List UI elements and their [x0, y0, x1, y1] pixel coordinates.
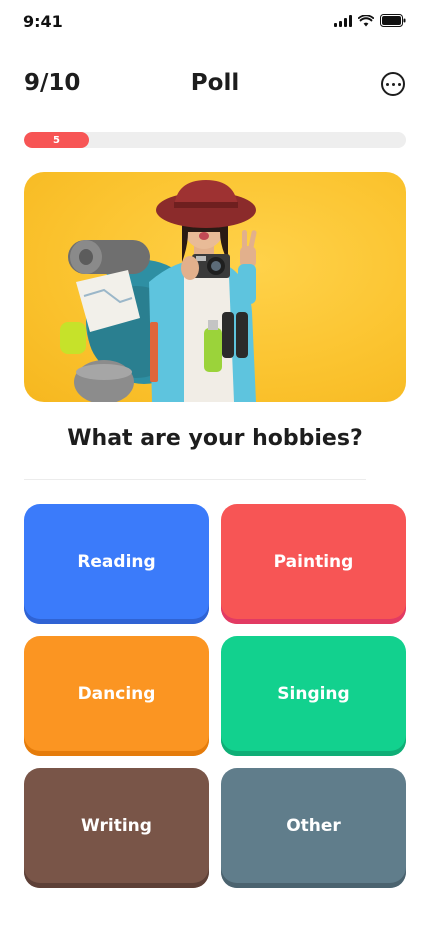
option-writing[interactable]: Writing — [24, 768, 209, 888]
divider — [24, 479, 366, 480]
option-label: Dancing — [77, 684, 156, 704]
header: 9/10 Poll — [0, 60, 430, 108]
option-label: Other — [286, 816, 341, 836]
option-reading[interactable]: Reading — [24, 504, 209, 624]
page-title: Poll — [190, 70, 240, 96]
question-text: What are your hobbies? — [67, 426, 363, 451]
battery-icon — [380, 14, 406, 27]
progress-label: 5 — [52, 134, 60, 146]
progress-bar: 5 — [24, 132, 406, 148]
more-options-button[interactable] — [381, 72, 405, 96]
option-singing[interactable]: Singing — [221, 636, 406, 756]
status-time: 9:41 — [23, 12, 63, 31]
option-other[interactable]: Other — [221, 768, 406, 888]
hero-image — [24, 172, 406, 402]
status-bar: 9:41 — [0, 0, 430, 44]
wifi-icon — [358, 14, 374, 27]
status-icons — [334, 14, 406, 27]
option-label: Painting — [273, 552, 354, 572]
option-label: Singing — [277, 684, 350, 704]
cellular-signal-icon — [334, 14, 352, 27]
option-dancing[interactable]: Dancing — [24, 636, 209, 756]
option-painting[interactable]: Painting — [221, 504, 406, 624]
option-label: Writing — [81, 816, 152, 836]
option-label: Reading — [77, 552, 156, 572]
progress-fill: 5 — [24, 132, 89, 148]
more-dots-icon — [385, 82, 389, 86]
